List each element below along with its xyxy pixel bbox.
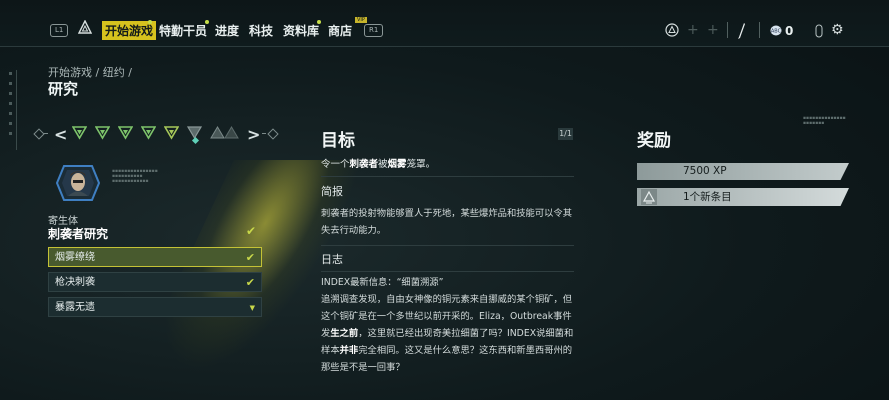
r-bumper-hint-icon	[267, 128, 279, 140]
decorative-micro-text: ▪▪▪▪▪▪▪▪▪▪▪▪▪▪ ▪▪▪▪▪▪▪	[803, 116, 846, 126]
edge-marker	[9, 132, 12, 135]
edge-marker	[9, 82, 12, 85]
objective-heading: 目标	[321, 131, 355, 151]
check-icon: ✔	[245, 276, 255, 289]
tier-triangle-icon[interactable]	[164, 125, 179, 140]
edge-marker	[9, 122, 12, 125]
coin-icon: ABC	[770, 25, 782, 40]
divider	[262, 133, 266, 134]
plus-icon[interactable]: +	[687, 22, 699, 38]
edge-marker	[9, 72, 12, 75]
brief-heading: 简报	[321, 185, 343, 198]
triangle-logo-icon	[77, 19, 93, 38]
log-heading: 日志	[321, 253, 343, 266]
research-row[interactable]: 枪决刺袭 ✔	[48, 272, 262, 292]
divider	[727, 22, 728, 38]
l-bumper-hint-icon	[33, 128, 45, 140]
blade-icon	[735, 22, 747, 44]
tab-operators[interactable]: 特勤干员	[159, 22, 207, 39]
divider	[321, 176, 574, 177]
objective-text: 令一个刺袭者被烟雾笼罩。	[321, 159, 436, 170]
tier-triangle-icon[interactable]	[210, 125, 225, 140]
page-title: 研究	[48, 80, 79, 98]
svg-text:ABC: ABC	[771, 29, 782, 35]
research-row-label: 枪决刺袭	[55, 277, 95, 288]
edge-marker	[9, 92, 12, 95]
reward-label: 7500 XP	[683, 165, 727, 177]
reward-xp: 7500 XP	[637, 163, 849, 180]
vip-badge: VIP	[355, 17, 367, 23]
tab-technology[interactable]: 科技	[249, 22, 273, 39]
previous-arrow-icon[interactable]: <	[54, 125, 67, 144]
gear-icon[interactable]: ⚙	[831, 22, 844, 38]
divider	[759, 22, 760, 38]
tab-start-game[interactable]: 开始游戏	[102, 21, 157, 40]
check-icon: ✔	[245, 251, 255, 264]
r1-key-hint: R1	[364, 24, 384, 37]
research-row[interactable]: 暴露无遗 ▼	[48, 297, 262, 317]
divider	[44, 133, 48, 134]
triangle-button-icon[interactable]	[665, 23, 679, 41]
l1-key-hint: L1	[50, 24, 69, 37]
plus-icon[interactable]: +	[707, 22, 719, 38]
reward-entry: 1个新条目	[637, 188, 849, 206]
controller-icon	[815, 24, 823, 42]
tab-database[interactable]: 资料库	[283, 22, 319, 39]
tier-triangle-icon[interactable]	[141, 125, 156, 140]
document-icon	[641, 189, 657, 205]
research-row[interactable]: 烟雾缭绕 ✔	[48, 247, 262, 267]
edge-marker	[9, 102, 12, 105]
brief-text: 刺袭者的投射物能够置人于死地，某些爆炸品和技能可以令其失去行动能力。	[321, 208, 573, 236]
edge-rule	[16, 70, 17, 150]
tab-shop[interactable]: 商店	[328, 22, 352, 39]
divider	[0, 46, 889, 47]
currency-balance: 0	[785, 24, 794, 38]
tier-triangle-icon[interactable]	[224, 125, 239, 140]
chevron-down-icon: ▼	[249, 304, 255, 312]
tier-triangle-icon[interactable]	[118, 125, 133, 140]
log-text: INDEX最新信息：“细菌溯源” 追溯调查发现，自由女神像的铜元素来自挪威的某个铜…	[321, 277, 574, 373]
tier-triangle-icon[interactable]	[72, 125, 87, 140]
check-icon: ✔	[246, 224, 257, 238]
reward-label: 1个新条目	[683, 191, 732, 203]
tab-progress[interactable]: 进度	[215, 22, 239, 39]
notification-dot	[148, 20, 152, 24]
decorative-micro-text: ▪▪▪▪▪▪▪▪▪▪▪▪▪▪▪ ▪▪▪▪▪▪▪▪▪▪ ▪▪▪▪▪▪▪▪▪▪▪▪	[112, 169, 158, 184]
rewards-heading: 奖励	[637, 131, 671, 151]
research-row-label: 烟雾缭绕	[55, 252, 95, 263]
research-title: 刺袭者研究	[48, 227, 109, 241]
divider	[321, 245, 574, 246]
notification-dot	[317, 20, 321, 24]
edge-marker	[9, 112, 12, 115]
research-row-label: 暴露无遗	[55, 302, 95, 313]
next-arrow-icon[interactable]: >	[247, 125, 260, 144]
tier-triangle-icon[interactable]	[95, 125, 110, 140]
divider	[321, 271, 574, 272]
avatar	[56, 165, 100, 201]
objective-counter: 1/1	[558, 128, 573, 140]
notification-dot	[205, 20, 209, 24]
